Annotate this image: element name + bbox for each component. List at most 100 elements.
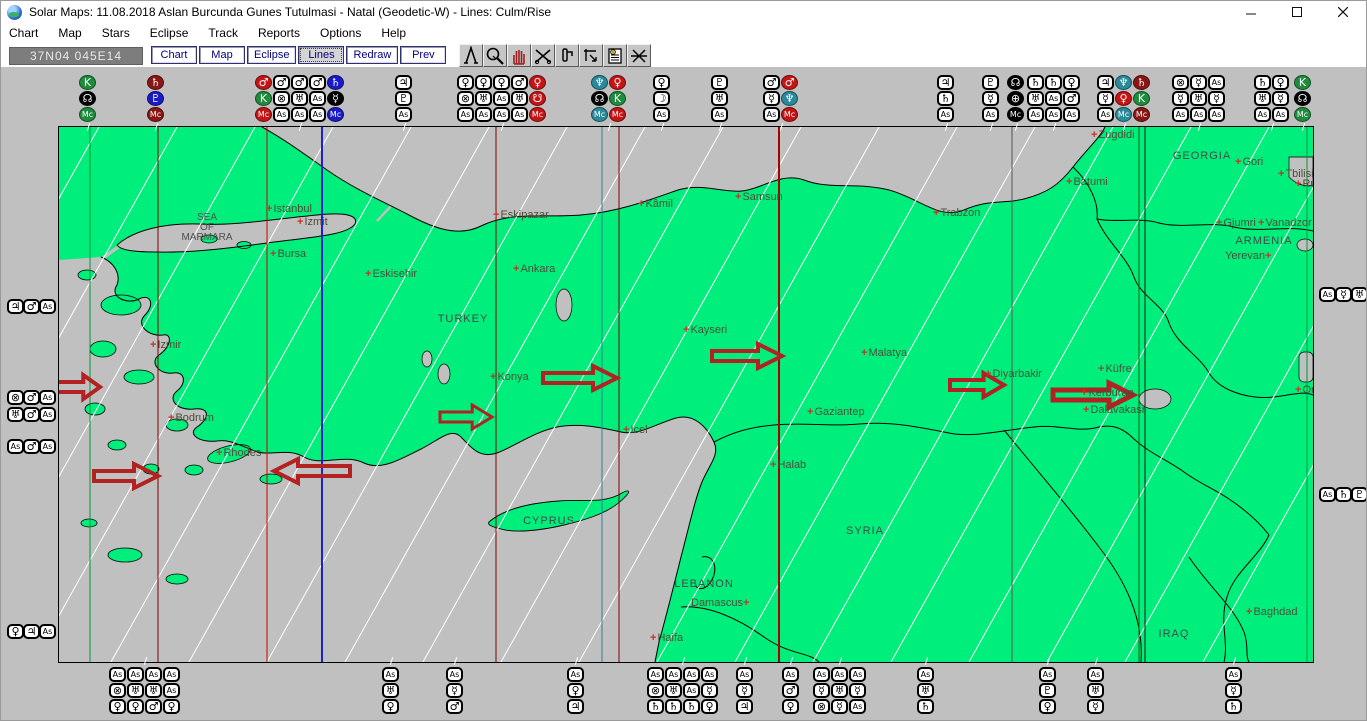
planet-glyph-☿: ☿ bbox=[831, 699, 848, 714]
planet-glyph-⊗: ⊗ bbox=[109, 683, 126, 698]
menu-reports[interactable]: Reports bbox=[248, 24, 310, 42]
report-info-tool[interactable]: i bbox=[603, 44, 627, 67]
menu-track[interactable]: Track bbox=[198, 24, 248, 42]
planet-glyph-♀: ♀ bbox=[529, 75, 546, 90]
planet-glyph-♀: ♀ bbox=[567, 683, 584, 698]
planet-glyph-♀: ♀ bbox=[782, 699, 799, 714]
planet-glyph-♃: ♃ bbox=[1097, 75, 1114, 90]
lines-button[interactable]: Lines bbox=[298, 46, 345, 64]
close-button[interactable] bbox=[1320, 1, 1366, 23]
minimize-button[interactable] bbox=[1228, 1, 1274, 23]
planet-glyph-K: K bbox=[1294, 75, 1311, 90]
planet-glyph-☿: ☿ bbox=[327, 91, 344, 106]
planet-glyph-♂: ♂ bbox=[291, 75, 308, 90]
planet-glyph-♇: ♇ bbox=[1039, 683, 1056, 698]
planet-glyph-♀: ♀ bbox=[7, 624, 24, 639]
planet-glyph-♂: ♂ bbox=[23, 390, 40, 405]
planet-glyph-As: As bbox=[163, 683, 180, 698]
zoom-tool[interactable] bbox=[483, 44, 507, 67]
menu-help[interactable]: Help bbox=[371, 24, 416, 42]
planet-glyph-As: As bbox=[493, 91, 510, 106]
planet-glyph-As: As bbox=[1097, 107, 1114, 122]
planet-glyph-♄: ♄ bbox=[1225, 699, 1242, 714]
astro-map[interactable]: +Istanbul +Izmit +Bursa +Eskisehir +Eskipaza… bbox=[58, 126, 1314, 663]
planet-glyph-♃: ♃ bbox=[937, 75, 954, 90]
redraw-button[interactable]: Redraw bbox=[346, 46, 399, 64]
planet-glyph-Mc: Mc bbox=[327, 107, 344, 122]
planet-glyph-As: As bbox=[567, 667, 584, 682]
planet-glyph-As: As bbox=[309, 107, 326, 122]
planet-glyph-As: As bbox=[665, 667, 682, 682]
planet-glyph-♀: ♀ bbox=[1115, 91, 1132, 106]
planet-glyph-♄: ♄ bbox=[1335, 487, 1352, 502]
planet-glyph-As: As bbox=[937, 107, 954, 122]
planet-glyph-As: As bbox=[849, 699, 866, 714]
planet-glyph-As: As bbox=[831, 667, 848, 682]
planet-glyph-♅: ♅ bbox=[1027, 91, 1044, 106]
map-base-svg bbox=[59, 127, 1313, 662]
planet-glyph-Mc: Mc bbox=[1133, 107, 1150, 122]
remove-lines-tool[interactable] bbox=[627, 44, 651, 67]
planet-glyph-As: As bbox=[39, 439, 56, 454]
planet-glyph-☊: ☊ bbox=[591, 91, 608, 106]
planet-glyph-☊: ☊ bbox=[79, 91, 96, 106]
planet-glyph-♂: ♂ bbox=[781, 75, 798, 90]
planet-glyph-K: K bbox=[609, 91, 626, 106]
planet-glyph-As: As bbox=[782, 667, 799, 682]
planet-glyph-☽: ☽ bbox=[653, 91, 670, 106]
app-icon bbox=[7, 4, 22, 20]
planet-glyph-♀: ♀ bbox=[127, 699, 144, 714]
planet-glyph-☿: ☿ bbox=[1225, 683, 1242, 698]
planet-glyph-♅: ♅ bbox=[831, 683, 848, 698]
planet-glyph-As: As bbox=[273, 107, 290, 122]
planet-glyph-As: As bbox=[736, 667, 753, 682]
title-bar: Solar Maps: 11.08.2018 Aslan Burcunda Gu… bbox=[1, 1, 1366, 23]
menu-stars[interactable]: Stars bbox=[92, 24, 140, 42]
maximize-button[interactable] bbox=[1274, 1, 1320, 23]
chart-button[interactable]: Chart bbox=[151, 46, 197, 64]
planet-glyph-K: K bbox=[255, 91, 272, 106]
cut-lines-tool[interactable] bbox=[531, 44, 555, 67]
planet-glyph-♂: ♂ bbox=[145, 699, 162, 714]
planet-glyph-As: As bbox=[1172, 107, 1189, 122]
planet-glyph-☿: ☿ bbox=[849, 683, 866, 698]
planet-glyph-As: As bbox=[711, 107, 728, 122]
planet-glyph-As: As bbox=[653, 107, 670, 122]
planet-glyph-☿: ☿ bbox=[763, 91, 780, 106]
planet-glyph-♀: ♀ bbox=[493, 75, 510, 90]
planet-glyph-As: As bbox=[39, 407, 56, 422]
planet-glyph-⊗: ⊗ bbox=[457, 91, 474, 106]
planet-glyph-♅: ♅ bbox=[511, 91, 528, 106]
planet-glyph-As: As bbox=[647, 667, 664, 682]
planet-glyph-Mc: Mc bbox=[1115, 107, 1132, 122]
map-button[interactable]: Map bbox=[199, 46, 245, 64]
menu-eclipse[interactable]: Eclipse bbox=[140, 24, 199, 42]
menu-options[interactable]: Options bbox=[310, 24, 371, 42]
planet-glyph-As: As bbox=[1225, 667, 1242, 682]
pan-hand-tool[interactable] bbox=[507, 44, 531, 67]
planet-glyph-☿: ☿ bbox=[446, 683, 463, 698]
planet-glyph-♅: ♅ bbox=[145, 683, 162, 698]
planet-glyph-♀: ♀ bbox=[382, 699, 399, 714]
planet-glyph-♅: ♅ bbox=[917, 683, 934, 698]
planet-glyph-As: As bbox=[982, 107, 999, 122]
planet-glyph-As: As bbox=[7, 439, 24, 454]
relocate-tool[interactable] bbox=[579, 44, 603, 67]
planet-glyph-As: As bbox=[291, 107, 308, 122]
planet-glyph-♄: ♄ bbox=[937, 91, 954, 106]
planet-glyph-☿: ☿ bbox=[1097, 91, 1114, 106]
planet-glyph-☿: ☿ bbox=[1087, 699, 1104, 714]
planet-glyph-♄: ♄ bbox=[1133, 75, 1150, 90]
menu-chart[interactable]: Chart bbox=[1, 24, 48, 42]
planet-glyph-Mc: Mc bbox=[591, 107, 608, 122]
menu-map[interactable]: Map bbox=[48, 24, 91, 42]
planet-glyph-♇: ♇ bbox=[1351, 487, 1366, 502]
paint-roller-tool[interactable] bbox=[555, 44, 579, 67]
toolbar-buttons: Chart Map Eclipse Lines Redraw Prev bbox=[151, 46, 447, 64]
planet-glyph-As: As bbox=[39, 299, 56, 314]
planet-glyph-☋: ☋ bbox=[529, 91, 546, 106]
pointer-compass-tool[interactable] bbox=[459, 44, 483, 67]
planet-glyph-♅: ♅ bbox=[1254, 91, 1271, 106]
prev-button[interactable]: Prev bbox=[400, 46, 447, 64]
eclipse-button[interactable]: Eclipse bbox=[247, 46, 297, 64]
